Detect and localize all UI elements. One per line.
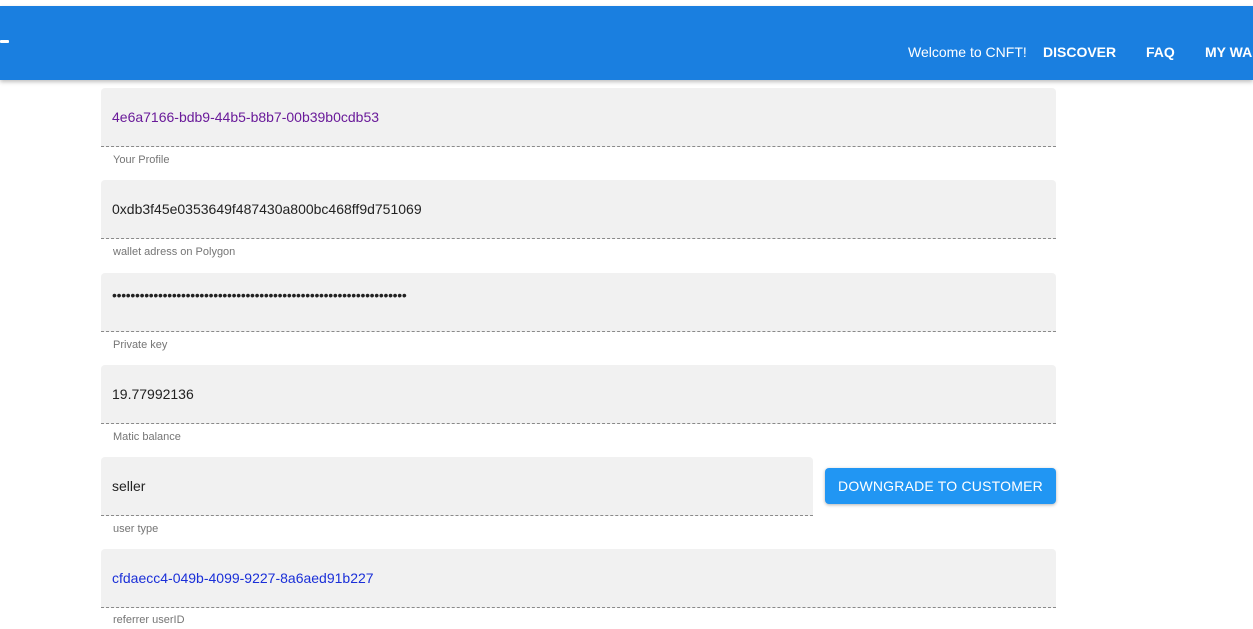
wallet-address-helper: wallet adress on Polygon bbox=[113, 246, 236, 258]
profile-id-field[interactable]: 4e6a7166-bdb9-44b5-b8b7-00b39b0cdb53 bbox=[101, 88, 1056, 147]
private-key-field[interactable]: ••••••••••••••••••••••••••••••••••••••••… bbox=[101, 273, 1056, 332]
matic-balance-helper: Matic balance bbox=[113, 431, 181, 443]
matic-balance-field[interactable]: 19.77992136 bbox=[101, 365, 1056, 424]
menu-icon[interactable] bbox=[0, 40, 9, 43]
matic-balance-value: 19.77992136 bbox=[112, 386, 194, 402]
nav-discover-link[interactable]: DISCOVER bbox=[1043, 44, 1116, 60]
referrer-userid-link[interactable]: cfdaecc4-049b-4099-9227-8a6aed91b227 bbox=[112, 570, 374, 586]
user-type-field[interactable]: seller bbox=[101, 457, 813, 516]
profile-id-link[interactable]: 4e6a7166-bdb9-44b5-b8b7-00b39b0cdb53 bbox=[112, 109, 379, 125]
profile-id-helper: Your Profile bbox=[113, 154, 170, 166]
user-type-value: seller bbox=[112, 478, 146, 494]
nav-my-wallet-link[interactable]: MY WA bbox=[1205, 44, 1252, 60]
user-type-helper: user type bbox=[113, 523, 159, 535]
app-header: Welcome to CNFT! DISCOVER FAQ MY WA bbox=[0, 6, 1253, 80]
wallet-address-value: 0xdb3f45e0353649f487430a800bc468ff9d7510… bbox=[112, 201, 422, 217]
referrer-helper: referrer userID bbox=[113, 614, 185, 626]
wallet-address-field[interactable]: 0xdb3f45e0353649f487430a800bc468ff9d7510… bbox=[101, 180, 1056, 239]
welcome-message: Welcome to CNFT! bbox=[908, 44, 1027, 60]
private-key-value: ••••••••••••••••••••••••••••••••••••••••… bbox=[112, 287, 407, 303]
downgrade-to-customer-button[interactable]: DOWNGRADE TO CUSTOMER bbox=[825, 468, 1056, 504]
private-key-helper: Private key bbox=[113, 339, 168, 351]
nav-faq-link[interactable]: FAQ bbox=[1146, 44, 1175, 60]
referrer-field[interactable]: cfdaecc4-049b-4099-9227-8a6aed91b227 bbox=[101, 549, 1056, 608]
